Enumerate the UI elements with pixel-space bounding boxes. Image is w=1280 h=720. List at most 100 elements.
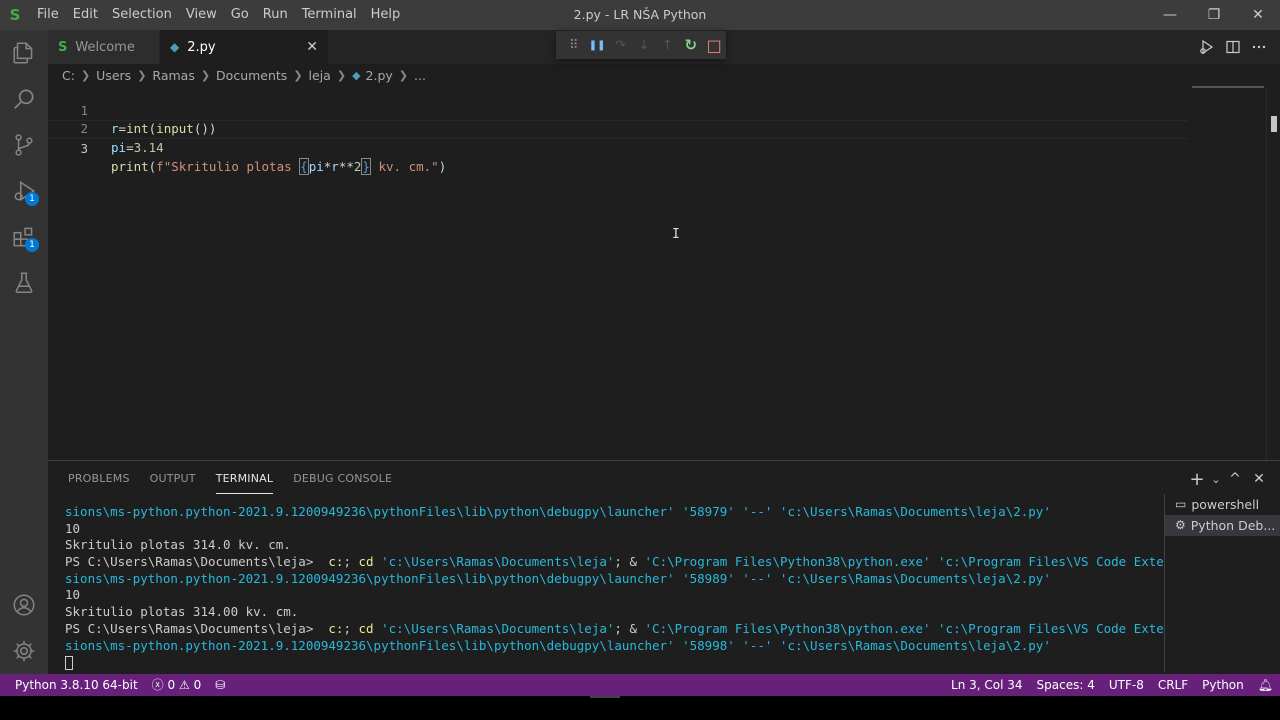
tab-welcome-label: Welcome xyxy=(75,39,135,55)
breadcrumb-file[interactable]: 2.py xyxy=(366,68,393,83)
tab-output[interactable]: OUTPUT xyxy=(140,461,206,497)
code-line-3[interactable]: 3 print(f"Skritulio plotas {pi*r**2} kv.… xyxy=(48,120,1188,175)
new-terminal-button[interactable]: + xyxy=(1186,467,1208,491)
maximize-panel-button[interactable]: ^ xyxy=(1224,467,1246,491)
minimize-button[interactable]: — xyxy=(1148,0,1192,30)
scrollbar-thumb[interactable] xyxy=(1271,116,1277,132)
close-panel-button[interactable]: ✕ xyxy=(1248,467,1270,491)
editor-actions xyxy=(1194,30,1272,64)
debug-toolbar: ⠿ ❚❚ ↷ ↓ ↑ ↻ □ xyxy=(556,31,726,59)
restart-button[interactable]: ↻ xyxy=(679,33,702,57)
breadcrumb-leja[interactable]: leja xyxy=(309,68,331,83)
step-into-button[interactable]: ↓ xyxy=(632,33,655,57)
chevron-right-icon: ❯ xyxy=(336,68,347,82)
status-bar: Python 3.8.10 64-bit ⓧ 0 ⚠ 0 ⛁ Ln 3, Col… xyxy=(0,674,1280,696)
menu-go[interactable]: Go xyxy=(224,0,256,30)
panel-tabs: PROBLEMS OUTPUT TERMINAL DEBUG CONSOLE xyxy=(58,461,402,497)
menu-file[interactable]: File xyxy=(30,0,66,30)
source-control-icon[interactable] xyxy=(0,122,48,168)
run-debug-badge: 1 xyxy=(25,192,39,206)
menu-terminal[interactable]: Terminal xyxy=(295,0,364,30)
terminal-item-label: Python Deb... xyxy=(1190,518,1276,533)
account-icon[interactable] xyxy=(0,582,48,628)
extensions-icon[interactable]: 1 xyxy=(0,214,48,260)
code-text: pi=3.14 xyxy=(111,139,164,155)
terminal-input-line[interactable] xyxy=(65,654,1165,671)
python-file-icon: ◆ xyxy=(352,68,361,82)
menu-help[interactable]: Help xyxy=(364,0,408,30)
scroll-indicator xyxy=(590,696,620,698)
terminal-line: 10 xyxy=(65,587,81,603)
python-interpreter-status[interactable]: Python 3.8.10 64-bit xyxy=(8,674,145,696)
code-text: print(f"Skritulio plotas {pi*r**2} kv. c… xyxy=(111,158,447,175)
menu-run[interactable]: Run xyxy=(256,0,295,30)
menu-view[interactable]: View xyxy=(179,0,224,30)
extensions-badge: 1 xyxy=(25,238,39,252)
terminal-item-python-debug[interactable]: ⚙ Python Deb... xyxy=(1165,515,1280,536)
tab-problems[interactable]: PROBLEMS xyxy=(58,461,140,497)
terminal-line: Skritulio plotas 314.0 kv. cm. xyxy=(65,537,291,553)
chevron-right-icon: ❯ xyxy=(200,68,211,82)
cursor-position-status[interactable]: Ln 3, Col 34 xyxy=(944,674,1030,696)
tab-welcome[interactable]: S Welcome xyxy=(48,30,160,64)
terminal-icon: ▭ xyxy=(1175,497,1187,511)
tab-debug-console[interactable]: DEBUG CONSOLE xyxy=(283,461,402,497)
pause-button[interactable]: ❚❚ xyxy=(585,33,608,57)
run-file-icon[interactable] xyxy=(1194,34,1220,60)
encoding-status[interactable]: UTF-8 xyxy=(1102,674,1151,696)
terminal-dropdown-icon[interactable]: ⌄ xyxy=(1210,467,1222,491)
notifications-bell-icon[interactable]: 🔔︎ xyxy=(1251,674,1280,696)
terminal-line: Skritulio plotas 314.00 kv. cm. xyxy=(65,604,299,620)
minimap[interactable] xyxy=(1192,86,1264,88)
drag-grip-icon[interactable]: ⠿ xyxy=(562,33,585,57)
code-editor[interactable]: 1 r=int(input()) 2 pi=3.14 3 print(f"Skr… xyxy=(48,86,1280,460)
breadcrumb-ramas[interactable]: Ramas xyxy=(152,68,194,83)
explorer-icon[interactable] xyxy=(0,30,48,76)
step-over-button[interactable]: ↷ xyxy=(609,33,632,57)
breadcrumb-users[interactable]: Users xyxy=(96,68,131,83)
code-line-1[interactable]: 1 r=int(input()) xyxy=(48,83,1188,137)
debug-status-icon[interactable]: ⛁ xyxy=(208,674,232,696)
step-out-button[interactable]: ↑ xyxy=(656,33,679,57)
breadcrumb-drive[interactable]: C: xyxy=(62,68,75,83)
eol-status[interactable]: CRLF xyxy=(1151,674,1195,696)
chevron-right-icon: ❯ xyxy=(398,68,409,82)
tab-2-py[interactable]: ◆ 2.py ✕ xyxy=(160,30,328,64)
breadcrumb-symbols[interactable]: ... xyxy=(414,68,426,83)
close-window-button[interactable]: ✕ xyxy=(1236,0,1280,30)
terminal-item-label: powershell xyxy=(1191,497,1260,512)
chevron-right-icon: ❯ xyxy=(293,68,303,82)
gear-icon: ⚙ xyxy=(1175,518,1186,532)
editor-scrollbar[interactable] xyxy=(1266,86,1280,460)
terminal-line: PS C:\Users\Ramas\Documents\leja> c:; cd… xyxy=(65,620,1165,636)
terminal-output[interactable]: sions\ms-python.python-2021.9.1200949236… xyxy=(65,504,1165,674)
mouse-ibeam-cursor: I xyxy=(672,227,680,242)
menu-bar: File Edit Selection View Go Run Terminal… xyxy=(30,0,407,30)
code-line-2[interactable]: 2 pi=3.14 xyxy=(48,102,1188,155)
menu-selection[interactable]: Selection xyxy=(105,0,179,30)
language-mode-status[interactable]: Python xyxy=(1195,674,1251,696)
terminal-line: PS C:\Users\Ramas\Documents\leja> c:; cd… xyxy=(65,554,1165,570)
breadcrumb-documents[interactable]: Documents xyxy=(216,68,287,83)
terminal-list: ▭ powershell ⚙ Python Deb... xyxy=(1164,494,1280,672)
stop-button[interactable]: □ xyxy=(703,33,726,57)
tab-terminal[interactable]: TERMINAL xyxy=(206,461,284,497)
run-debug-icon[interactable]: 1 xyxy=(0,168,48,214)
close-tab-icon[interactable]: ✕ xyxy=(306,39,318,55)
settings-gear-icon[interactable] xyxy=(0,628,48,674)
testing-icon[interactable] xyxy=(0,260,48,306)
split-editor-icon[interactable] xyxy=(1220,34,1246,60)
warning-count: 0 xyxy=(193,678,202,692)
terminal-line: sions\ms-python.python-2021.9.1200949236… xyxy=(65,504,1051,519)
search-icon[interactable] xyxy=(0,76,48,122)
restore-button[interactable]: ❐ xyxy=(1192,0,1236,30)
bottom-panel: PROBLEMS OUTPUT TERMINAL DEBUG CONSOLE +… xyxy=(48,460,1280,674)
problems-status[interactable]: ⓧ 0 ⚠ 0 xyxy=(145,674,209,696)
activity-bar: 1 1 xyxy=(0,30,48,674)
tab-2-py-label: 2.py xyxy=(187,39,216,55)
terminal-item-powershell[interactable]: ▭ powershell xyxy=(1165,494,1280,515)
menu-edit[interactable]: Edit xyxy=(66,0,105,30)
more-actions-icon[interactable] xyxy=(1246,34,1272,60)
indentation-status[interactable]: Spaces: 4 xyxy=(1030,674,1102,696)
terminal-line: sions\ms-python.python-2021.9.1200949236… xyxy=(65,570,1051,586)
